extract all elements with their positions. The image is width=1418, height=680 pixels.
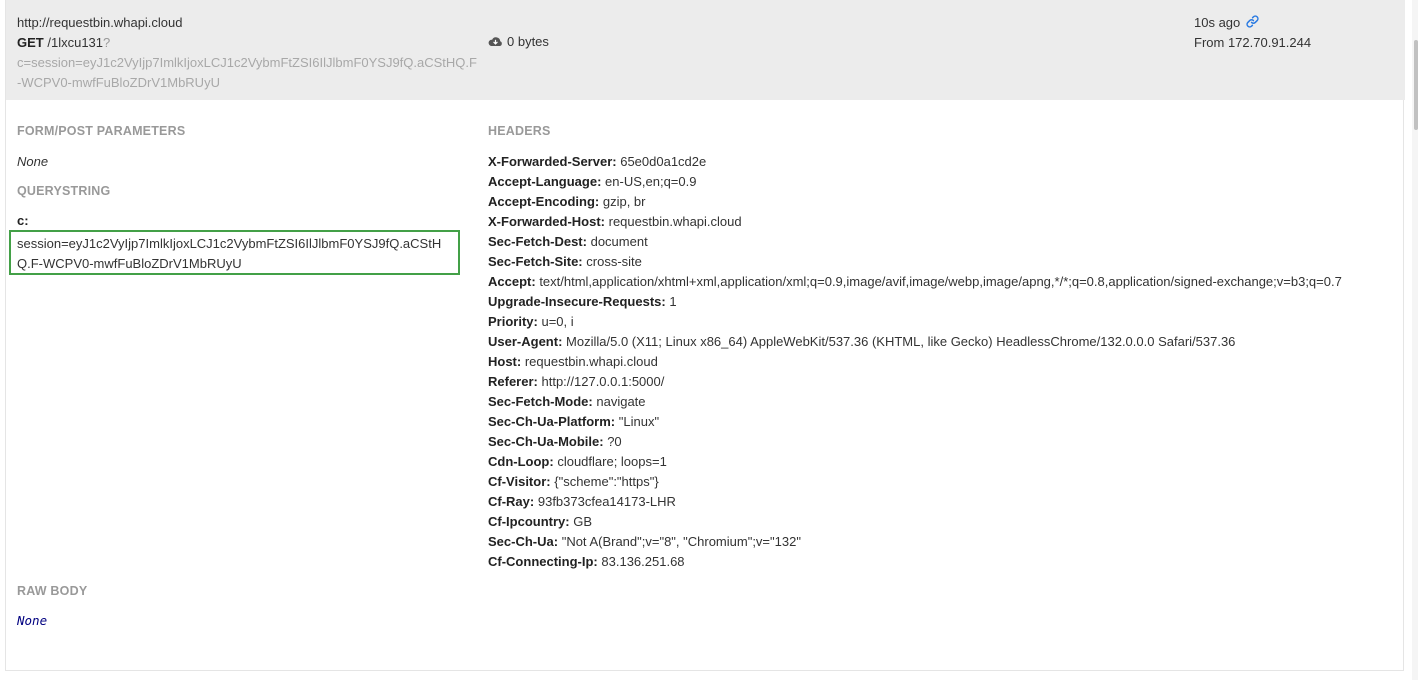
header-name: Cf-Ray: bbox=[488, 494, 535, 509]
header-row: User-Agent: Mozilla/5.0 (X11; Linux x86_… bbox=[488, 332, 1398, 352]
header-value: "Linux" bbox=[618, 414, 660, 429]
header-value: http://127.0.0.1:5000/ bbox=[541, 374, 665, 389]
header-row: Sec-Fetch-Site: cross-site bbox=[488, 252, 1398, 272]
header-value: document bbox=[590, 234, 648, 249]
header-name: Sec-Ch-Ua-Platform: bbox=[488, 414, 616, 429]
header-value: 93fb373cfea14173-LHR bbox=[537, 494, 676, 509]
header-row: Cdn-Loop: cloudflare; loops=1 bbox=[488, 452, 1398, 472]
querystring-value[interactable]: session=eyJ1c2VyIjp7ImlkIjoxLCJ1c2VybmFt… bbox=[9, 230, 460, 275]
request-path: /1lxcu131 bbox=[47, 35, 104, 50]
header-name: Accept: bbox=[488, 274, 536, 289]
header-name: Referer: bbox=[488, 374, 538, 389]
header-value: cross-site bbox=[586, 254, 642, 269]
header-value: ?0 bbox=[607, 434, 622, 449]
querystring-key: c: bbox=[17, 213, 29, 228]
page-scrollbar[interactable] bbox=[1412, 0, 1418, 680]
header-row: Sec-Fetch-Dest: document bbox=[488, 232, 1398, 252]
header-name: Sec-Fetch-Dest: bbox=[488, 234, 587, 249]
request-time: 10s ago bbox=[1194, 13, 1311, 33]
link-icon[interactable] bbox=[1246, 15, 1259, 28]
query-mark: ? bbox=[103, 35, 111, 50]
querystring-title: QUERYSTRING bbox=[17, 184, 111, 198]
header-value: {"scheme":"https"} bbox=[554, 474, 659, 489]
header-value: GB bbox=[573, 514, 593, 529]
header-value: 65e0d0a1cd2e bbox=[620, 154, 707, 169]
header-row: Upgrade-Insecure-Requests: 1 bbox=[488, 292, 1398, 312]
header-row: Accept-Encoding: gzip, br bbox=[488, 192, 1398, 212]
header-name: Cf-Visitor: bbox=[488, 474, 551, 489]
request-url: http://requestbin.whapi.cloud bbox=[17, 15, 183, 30]
cloud-download-icon bbox=[488, 37, 502, 46]
header-row: Cf-Ray: 93fb373cfea14173-LHR bbox=[488, 492, 1398, 512]
request-size-label: 0 bytes bbox=[507, 34, 549, 49]
header-name: Host: bbox=[488, 354, 522, 369]
request-url-column: http://requestbin.whapi.cloud GET /1lxcu… bbox=[17, 13, 487, 93]
header-name: User-Agent: bbox=[488, 334, 563, 349]
header-name: Priority: bbox=[488, 314, 538, 329]
header-row: Sec-Ch-Ua-Platform: "Linux" bbox=[488, 412, 1398, 432]
header-value: navigate bbox=[596, 394, 646, 409]
headers-list: X-Forwarded-Server: 65e0d0a1cd2e Accept-L… bbox=[488, 152, 1398, 572]
header-name: X-Forwarded-Host: bbox=[488, 214, 605, 229]
request-summary: http://requestbin.whapi.cloud GET /1lxcu… bbox=[6, 0, 1405, 100]
request-querystring: c=session=eyJ1c2VyIjp7ImlkIjoxLCJ1c2Vybm… bbox=[17, 55, 477, 90]
header-value: u=0, i bbox=[541, 314, 574, 329]
header-value: en-US,en;q=0.9 bbox=[605, 174, 697, 189]
header-value: gzip, br bbox=[602, 194, 646, 209]
header-row: X-Forwarded-Server: 65e0d0a1cd2e bbox=[488, 152, 1398, 172]
form-params-value: None bbox=[17, 154, 49, 169]
request-size: 0 bytes bbox=[488, 33, 549, 51]
raw-body-title: RAW BODY bbox=[17, 584, 88, 598]
header-row: Accept-Language: en-US,en;q=0.9 bbox=[488, 172, 1398, 192]
header-value: Mozilla/5.0 (X11; Linux x86_64) AppleWeb… bbox=[566, 334, 1236, 349]
request-page: http://requestbin.whapi.cloud GET /1lxcu… bbox=[0, 0, 1418, 680]
request-line: GET /1lxcu131? bbox=[17, 33, 487, 53]
header-name: Sec-Fetch-Site: bbox=[488, 254, 583, 269]
header-value: 83.136.251.68 bbox=[601, 554, 685, 569]
scrollbar-thumb[interactable] bbox=[1414, 40, 1418, 130]
request-from-ip: From 172.70.91.244 bbox=[1194, 35, 1312, 50]
request-time-column: 10s ago From 172.70.91.244 bbox=[1194, 13, 1311, 53]
header-name: Cf-Connecting-Ip: bbox=[488, 554, 598, 569]
header-name: Accept-Encoding: bbox=[488, 194, 600, 209]
header-name: X-Forwarded-Server: bbox=[488, 154, 617, 169]
header-row: Sec-Ch-Ua-Mobile: ?0 bbox=[488, 432, 1398, 452]
header-row: Sec-Ch-Ua: "Not A(Brand";v="8", "Chromiu… bbox=[488, 532, 1398, 552]
header-name: Upgrade-Insecure-Requests: bbox=[488, 294, 666, 309]
header-row: Priority: u=0, i bbox=[488, 312, 1398, 332]
header-row: Accept: text/html,application/xhtml+xml,… bbox=[488, 272, 1398, 292]
header-name: Accept-Language: bbox=[488, 174, 602, 189]
header-value: "Not A(Brand";v="8", "Chromium";v="132" bbox=[561, 534, 801, 549]
header-value: 1 bbox=[669, 294, 677, 309]
header-value: cloudflare; loops=1 bbox=[557, 454, 667, 469]
header-value: requestbin.whapi.cloud bbox=[524, 354, 658, 369]
header-row: Cf-Ipcountry: GB bbox=[488, 512, 1398, 532]
header-row: X-Forwarded-Host: requestbin.whapi.cloud bbox=[488, 212, 1398, 232]
header-row: Host: requestbin.whapi.cloud bbox=[488, 352, 1398, 372]
header-name: Sec-Ch-Ua-Mobile: bbox=[488, 434, 604, 449]
request-card: http://requestbin.whapi.cloud GET /1lxcu… bbox=[5, 0, 1405, 671]
header-name: Cf-Ipcountry: bbox=[488, 514, 570, 529]
header-row: Sec-Fetch-Mode: navigate bbox=[488, 392, 1398, 412]
header-name: Sec-Fetch-Mode: bbox=[488, 394, 593, 409]
form-params-title: FORM/POST PARAMETERS bbox=[17, 124, 186, 138]
header-value: requestbin.whapi.cloud bbox=[608, 214, 742, 229]
header-value: text/html,application/xhtml+xml,applicat… bbox=[539, 274, 1342, 289]
header-row: Cf-Connecting-Ip: 83.136.251.68 bbox=[488, 552, 1398, 572]
header-name: Sec-Ch-Ua: bbox=[488, 534, 559, 549]
request-time-ago: 10s ago bbox=[1194, 15, 1241, 30]
header-row: Referer: http://127.0.0.1:5000/ bbox=[488, 372, 1398, 392]
header-name: Cdn-Loop: bbox=[488, 454, 554, 469]
raw-body-value: None bbox=[17, 613, 48, 628]
headers-title: HEADERS bbox=[488, 124, 551, 138]
header-row: Cf-Visitor: {"scheme":"https"} bbox=[488, 472, 1398, 492]
request-method: GET bbox=[17, 35, 44, 50]
